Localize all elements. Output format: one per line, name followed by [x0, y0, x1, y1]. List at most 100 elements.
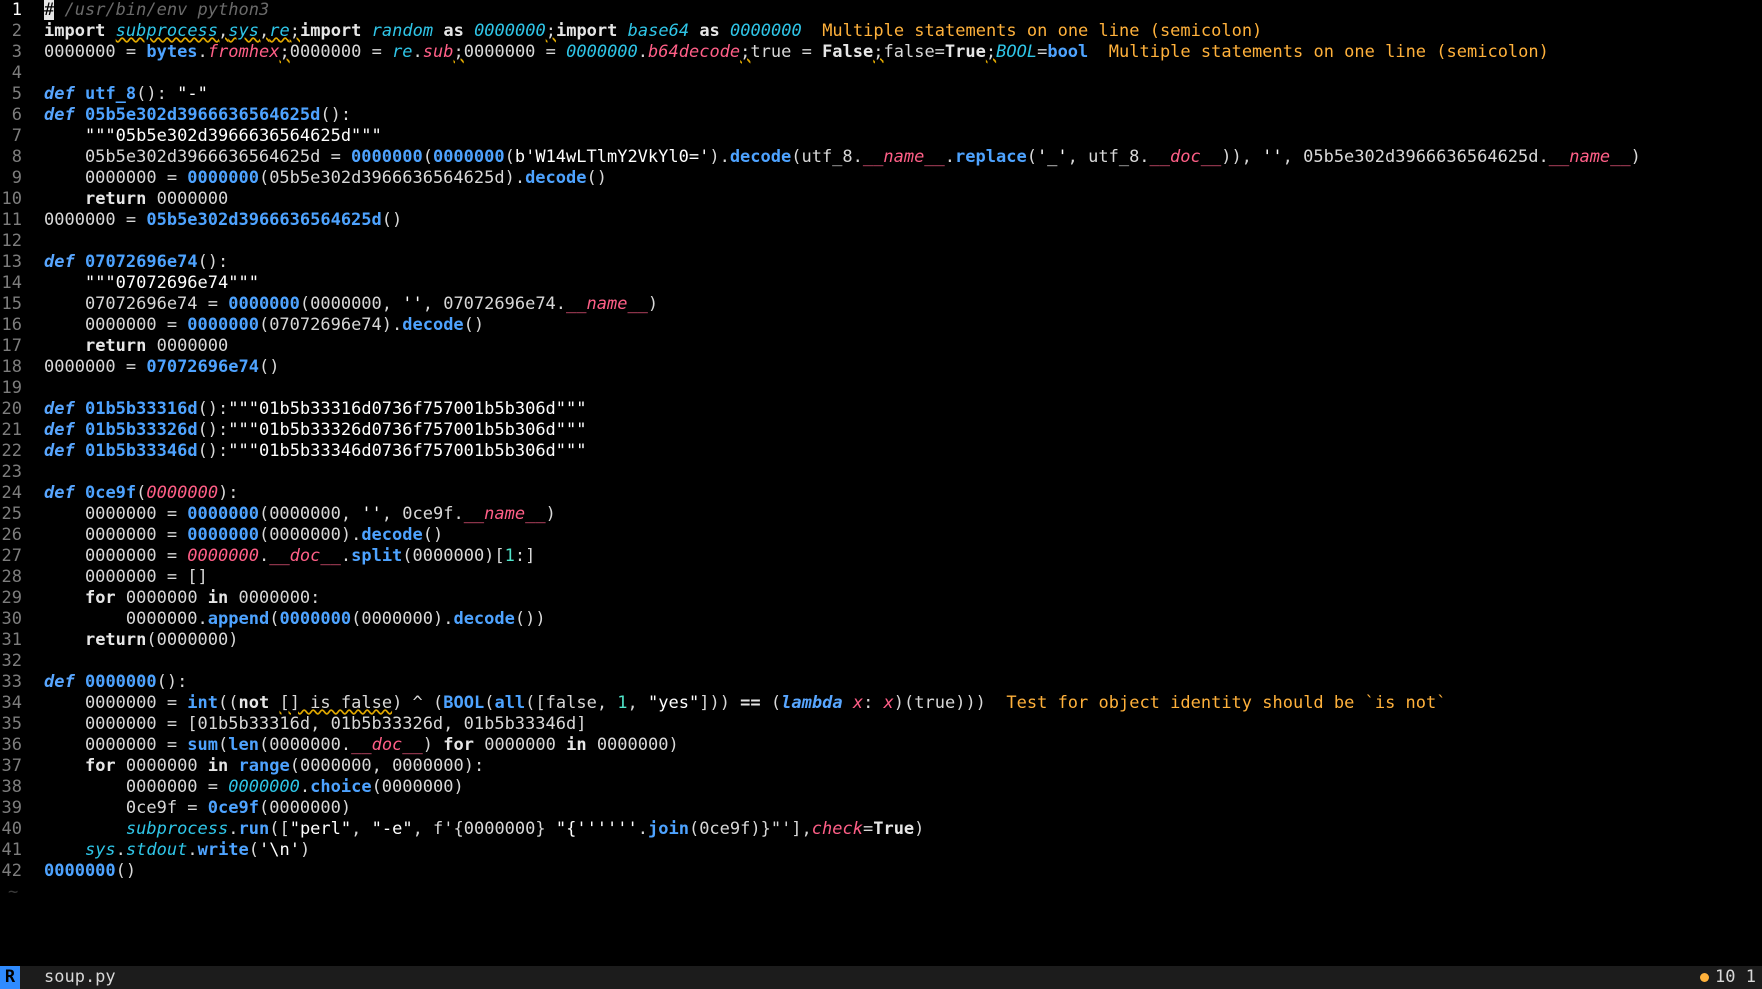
code-token: True [944, 42, 986, 62]
code-line[interactable]: 1 # /usr/bin/env python3 [0, 0, 1762, 21]
code-text: def 01b5b33346d():"""01b5b33346d0736f757… [44, 441, 587, 462]
line-number: 35 [1, 714, 22, 734]
code-token: : [863, 693, 884, 713]
code-line[interactable]: 36 0000000 = sum(len(0000000.__doc__) fo… [0, 735, 1762, 756]
line-number: 9 [11, 168, 22, 188]
code-line[interactable]: 29 for 0000000 in 0000000: [0, 588, 1762, 609]
code-line[interactable]: 3 0000000 = bytes.fromhex;0000000 = re.su… [0, 42, 1762, 63]
code-token: ( [760, 693, 782, 713]
code-line[interactable]: 7 """05b5e302d3966636564625d""" [0, 126, 1762, 147]
code-token: 0000000) [586, 735, 679, 755]
code-token: sys [84, 840, 116, 860]
code-line[interactable]: 25 0000000 = 0000000(0000000, '', 0ce9f.… [0, 504, 1762, 525]
code-line[interactable]: 24 def 0ce9f(0000000): [0, 483, 1762, 504]
line-number: 28 [1, 567, 22, 587]
code-token: def [44, 252, 75, 272]
code-token: ) [299, 840, 311, 860]
code-text: 0000000 = int((not [] is false) ^ (BOOL(… [44, 693, 1447, 714]
code-token: 0000000 [474, 21, 546, 41]
code-editor[interactable]: 1 # /usr/bin/env python3 2 import subproces… [0, 0, 1762, 966]
code-line[interactable]: 19 [0, 378, 1762, 399]
code-line[interactable]: 6 def 05b5e302d3966636564625d(): [0, 105, 1762, 126]
code-line[interactable]: 23 [0, 462, 1762, 483]
code-text: """07072696e74""" [44, 273, 259, 294]
diagnostic-count[interactable]: 10 [1715, 967, 1735, 987]
code-line[interactable]: 11 0000000 = 05b5e302d3966636564625d() [0, 210, 1762, 231]
lint-warning-message: Multiple statements on one line (semicol… [822, 21, 1263, 41]
code-token: ; [873, 42, 884, 62]
code-line[interactable]: 4 [0, 63, 1762, 84]
code-text: def 05b5e302d3966636564625d(): [44, 105, 351, 126]
code-text: def 0000000(): [44, 672, 187, 693]
status-bar: R soup.py 10 1 [0, 966, 1762, 989]
code-token: 0000000 = [44, 693, 188, 713]
code-line[interactable]: 37 for 0000000 in range(0000000, 0000000… [0, 756, 1762, 777]
code-line[interactable]: 15 07072696e74 = 0000000(0000000, '', 07… [0, 294, 1762, 315]
code-line[interactable]: 16 0000000 = 0000000(07072696e74).decode… [0, 315, 1762, 336]
code-token: write [197, 840, 249, 860]
code-token: 07072696e74 = [44, 294, 229, 314]
code-line[interactable]: 31 return(0000000) [0, 630, 1762, 651]
code-token: decode [402, 315, 464, 335]
mode-indicator: R [0, 966, 20, 989]
code-token: () [463, 315, 485, 335]
lint-warning-message: Multiple statements on one line (semicol… [1108, 42, 1549, 62]
code-line[interactable]: 10 return 0000000 [0, 189, 1762, 210]
code-token: __name__ [566, 294, 648, 314]
code-token: (0000000) [146, 630, 239, 650]
code-text: def 01b5b33326d():"""01b5b33326d0736f757… [44, 420, 587, 441]
code-token: . [187, 840, 198, 860]
code-line[interactable]: 9 0000000 = 0000000(05b5e302d39666365646… [0, 168, 1762, 189]
code-token: 0000000 [44, 861, 116, 881]
code-token: 0000000 = [44, 42, 147, 62]
code-text: def 07072696e74(): [44, 252, 228, 273]
code-line[interactable]: 26 0000000 = 0000000(0000000).decode() [0, 525, 1762, 546]
code-line[interactable]: 34 0000000 = int((not [] is false) ^ (BO… [0, 693, 1762, 714]
code-line[interactable]: 12 [0, 231, 1762, 252]
line-number: 39 [1, 798, 22, 818]
code-token: = [1037, 42, 1048, 62]
code-text: 0ce9f = 0ce9f(0000000) [44, 798, 351, 819]
code-line[interactable]: 42 0000000() [0, 861, 1762, 882]
code-line[interactable]: 20 def 01b5b33316d():"""01b5b33316d0736f7… [0, 399, 1762, 420]
code-line[interactable]: 38 0000000 = 0000000.choice(0000000) [0, 777, 1762, 798]
code-line[interactable]: 17 return 0000000 [0, 336, 1762, 357]
diagnostic-warning-icon[interactable] [1700, 972, 1710, 982]
code-token: ( [218, 735, 229, 755]
code-line[interactable]: 41 sys.stdout.write('\n') [0, 840, 1762, 861]
code-token: import [44, 21, 106, 41]
code-line[interactable]: 27 0000000 = 0000000.__doc__.split(00000… [0, 546, 1762, 567]
code-line[interactable]: 21 def 01b5b33326d():"""01b5b33326d0736f7… [0, 420, 1762, 441]
code-token: x [852, 693, 864, 713]
code-token: split [351, 546, 403, 566]
code-text: 0000000 = 0000000(0000000, '', 0ce9f.__n… [44, 504, 556, 525]
code-line[interactable]: 22 def 01b5b33346d():"""01b5b33346d0736f7… [0, 441, 1762, 462]
code-line[interactable]: 14 """07072696e74""" [0, 273, 1762, 294]
code-line[interactable]: 5 def utf_8(): "-" [0, 84, 1762, 105]
code-line[interactable]: 33 def 0000000(): [0, 672, 1762, 693]
code-line[interactable]: 28 0000000 = [] [0, 567, 1762, 588]
code-line[interactable]: 39 0ce9f = 0ce9f(0000000) [0, 798, 1762, 819]
code-token: (): [197, 399, 229, 419]
code-token: '_' [1036, 147, 1068, 167]
code-token: stdout [125, 840, 188, 860]
line-number: 41 [1, 840, 22, 860]
code-token: for [84, 588, 116, 608]
code-line[interactable]: 35 0000000 = [01b5b33316d, 01b5b33326d, … [0, 714, 1762, 735]
code-line[interactable]: 8 05b5e302d3966636564625d = 0000000(0000… [0, 147, 1762, 168]
code-line[interactable]: 30 0000000.append(0000000(0000000).decod… [0, 609, 1762, 630]
code-token: 0000000 = [44, 315, 188, 335]
code-line[interactable]: 18 0000000 = 07072696e74() [0, 357, 1762, 378]
code-line[interactable]: 2 import subprocess,sys,re;import random … [0, 21, 1762, 42]
code-token: ; [453, 42, 464, 62]
code-line[interactable]: 32 [0, 651, 1762, 672]
code-token: subprocess [115, 21, 219, 41]
code-line[interactable]: 40 subprocess.run(["perl", "-e", f'{0000… [0, 819, 1762, 840]
code-line[interactable]: 13 def 07072696e74(): [0, 252, 1762, 273]
code-token: 07072696e74 [84, 252, 198, 272]
code-token: () [586, 168, 607, 188]
